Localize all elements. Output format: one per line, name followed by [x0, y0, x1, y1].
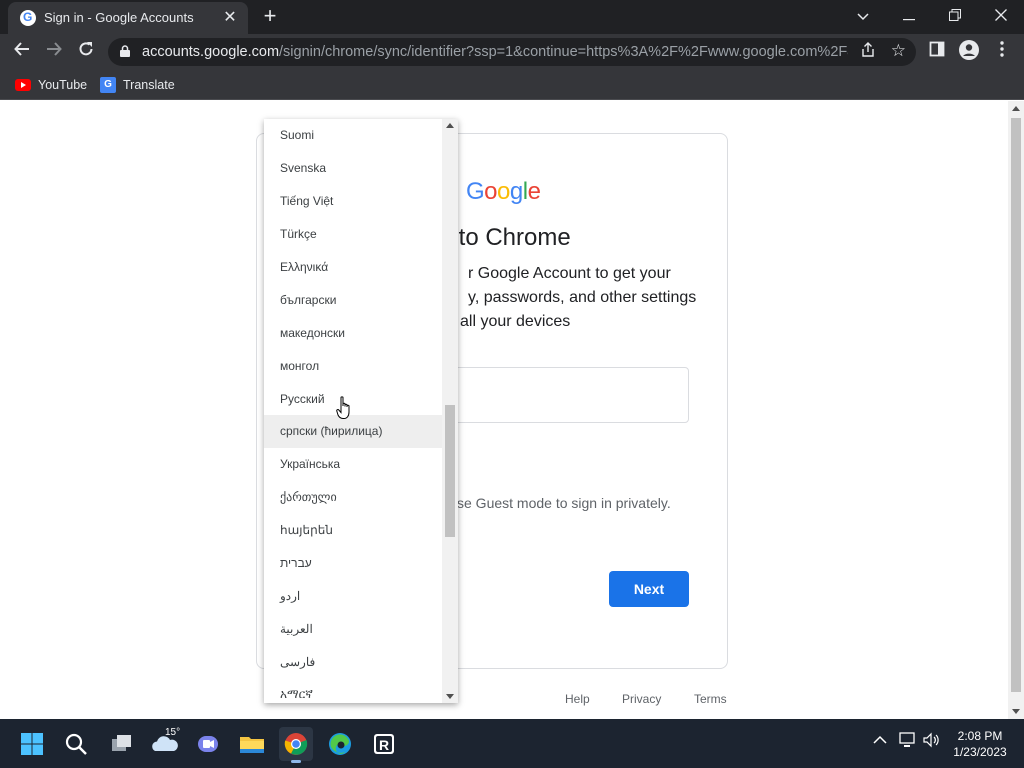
subtitle-line: r Google Account to get your	[468, 265, 671, 282]
windows-start-icon[interactable]	[15, 727, 49, 761]
guest-mode-text: se Guest mode to sign in privately.	[457, 495, 671, 511]
language-option[interactable]: Suomi	[264, 119, 442, 152]
chrome-taskbar-icon[interactable]	[279, 727, 313, 763]
language-option[interactable]: ქართული	[264, 481, 442, 514]
language-option[interactable]: македонски	[264, 317, 442, 350]
dropdown-scrollbar[interactable]	[442, 119, 458, 703]
volume-icon[interactable]	[920, 732, 942, 752]
language-option[interactable]: հայերեն	[264, 514, 442, 547]
teams-chat-icon[interactable]	[191, 727, 225, 761]
language-option[interactable]: العربية	[264, 613, 442, 646]
url-text[interactable]: accounts.google.com/signin/chrome/sync/i…	[142, 44, 848, 60]
help-link[interactable]: Help	[565, 692, 590, 706]
privacy-link[interactable]: Privacy	[622, 692, 661, 706]
task-view-icon[interactable]	[104, 727, 138, 761]
bookmark-youtube[interactable]: YouTube	[15, 76, 87, 94]
page-scroll-thumb[interactable]	[1011, 118, 1021, 692]
close-tab-icon[interactable]: ✕	[220, 8, 240, 28]
language-option[interactable]: עברית	[264, 547, 442, 580]
weather-temp: 15°	[165, 727, 181, 738]
language-option[interactable]: Tiếng Việt	[264, 185, 442, 218]
scroll-down-arrow-icon[interactable]	[446, 694, 454, 699]
google-logo: Google	[466, 178, 541, 205]
translate-icon: G	[100, 76, 116, 93]
hand-cursor-icon	[336, 396, 350, 419]
search-icon[interactable]	[59, 727, 93, 761]
scroll-down-arrow-icon[interactable]	[1012, 709, 1020, 714]
youtube-icon	[15, 78, 31, 91]
clock[interactable]: 2:08 PM 1/23/2023	[944, 728, 1016, 760]
language-option[interactable]: Українська	[264, 448, 442, 481]
bookmark-label: YouTube	[38, 78, 88, 92]
svg-text:R: R	[379, 737, 389, 753]
scroll-up-arrow-icon[interactable]	[446, 123, 454, 128]
network-icon[interactable]	[897, 732, 919, 752]
clock-time: 2:08 PM	[957, 729, 1003, 743]
google-favicon-icon	[20, 10, 36, 26]
browser-toolbar: accounts.google.com/signin/chrome/sync/i…	[0, 34, 1024, 70]
restore-button[interactable]	[935, 3, 975, 29]
bookmark-translate[interactable]: G Translate	[100, 76, 175, 94]
file-explorer-icon[interactable]	[235, 727, 269, 761]
minimize-button[interactable]	[889, 3, 929, 29]
dropdown-scroll-thumb[interactable]	[445, 405, 455, 537]
forward-icon[interactable]	[42, 40, 66, 64]
lock-icon[interactable]	[120, 45, 130, 57]
profile-icon[interactable]	[957, 40, 981, 64]
next-button[interactable]: Next	[609, 571, 689, 607]
language-option[interactable]: Türkçe	[264, 218, 442, 251]
edge-icon[interactable]	[323, 727, 357, 761]
terms-link[interactable]: Terms	[694, 692, 727, 706]
language-option[interactable]: български	[264, 284, 442, 317]
taskbar: 15° R 2:08 PM 1/23/2023	[0, 719, 1024, 768]
scroll-up-arrow-icon[interactable]	[1012, 106, 1020, 111]
subtitle-line: y, passwords, and other settings	[468, 289, 697, 306]
share-icon[interactable]	[860, 42, 876, 62]
language-option[interactable]: Svenska	[264, 152, 442, 185]
tab-search-icon[interactable]	[843, 3, 883, 29]
language-option[interactable]: монгол	[264, 350, 442, 383]
language-dropdown[interactable]: Suomi Svenska Tiếng Việt Türkçe Ελληνικά…	[264, 119, 458, 703]
page-scrollbar[interactable]	[1008, 101, 1024, 719]
app-r-icon[interactable]: R	[367, 727, 401, 761]
subtitle-line: all your devices	[460, 313, 571, 330]
bookmark-label: Translate	[123, 78, 175, 92]
tab-strip: Sign in - Google Accounts ✕ +	[0, 0, 1024, 34]
url-host: accounts.google.com	[142, 44, 280, 60]
back-icon[interactable]	[10, 40, 34, 64]
reload-icon[interactable]	[74, 40, 98, 64]
tab-title: Sign in - Google Accounts	[44, 10, 194, 25]
tab-sign-in[interactable]: Sign in - Google Accounts ✕	[8, 2, 248, 34]
side-panel-icon[interactable]	[925, 40, 949, 64]
bookmark-star-icon[interactable]: ☆	[891, 41, 906, 61]
page-content: Google in to Chrome r Google Account to …	[0, 101, 1008, 719]
chevron-up-icon[interactable]	[869, 732, 891, 749]
language-option[interactable]: اردو	[264, 580, 442, 613]
new-tab-button[interactable]: +	[258, 5, 282, 29]
language-option[interactable]: فارسی	[264, 646, 442, 679]
url-path: /signin/chrome/sync/identifier?ssp=1&con…	[279, 44, 848, 60]
close-window-button[interactable]	[981, 3, 1021, 29]
bookmarks-bar: YouTube G Translate	[0, 70, 1024, 100]
language-option[interactable]: Ελληνικά	[264, 251, 442, 284]
clock-date: 1/23/2023	[953, 745, 1007, 759]
address-bar[interactable]: accounts.google.com/signin/chrome/sync/i…	[108, 38, 916, 66]
menu-kebab-icon[interactable]	[990, 40, 1014, 64]
language-option[interactable]: አማርኛ	[264, 678, 442, 703]
